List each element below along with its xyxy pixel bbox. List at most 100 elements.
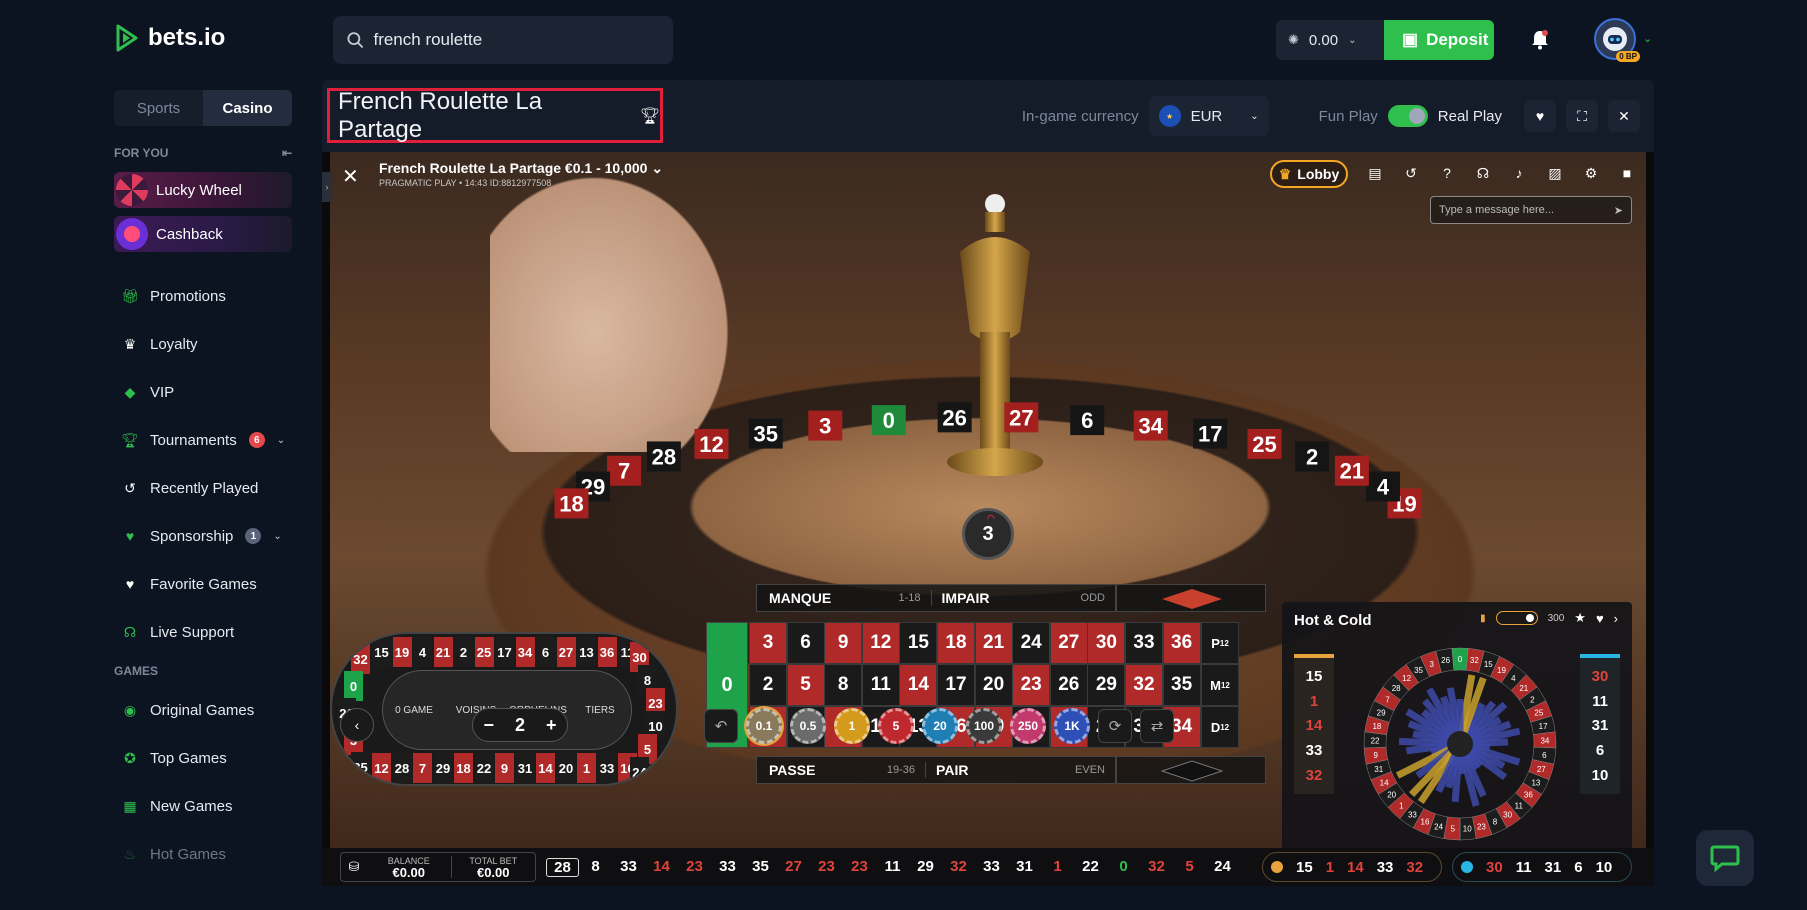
sidebar-item-vip[interactable]: ◆ VIP (114, 368, 292, 416)
search-bar[interactable] (333, 16, 673, 64)
racetrack-number-28[interactable]: 28 (392, 753, 412, 783)
racetrack-number-32[interactable]: 32 (351, 644, 370, 674)
number-cell-29[interactable]: 29 (1087, 664, 1126, 706)
number-cell-2[interactable]: 2 (749, 664, 787, 706)
double-button[interactable]: ⇄ (1140, 709, 1174, 743)
chip-1[interactable]: 1 (834, 708, 870, 744)
avatar[interactable]: 0 BP (1594, 18, 1640, 62)
game-frame[interactable]: 19 4 21 2 25 17 34 6 27 26 0 3 35 12 28 7 29 18 › ✕ Frenc… (322, 152, 1654, 886)
headset-icon[interactable]: ☊ (1472, 162, 1494, 184)
prev-view-button[interactable]: ‹ (340, 708, 374, 742)
number-cell-3[interactable]: 3 (749, 622, 787, 664)
cashback-tile[interactable]: Cashback (114, 216, 292, 252)
table-name[interactable]: French Roulette La Partage €0.1 - 10,000… (379, 160, 663, 177)
number-cell-18[interactable]: 18 (937, 622, 975, 664)
column-bet-p12[interactable]: P 12 (1201, 622, 1239, 664)
racetrack-number-2[interactable]: 2 (454, 637, 473, 667)
sidebar-item-tournaments[interactable]: 🏆︎ Tournaments 6 ⌄ (114, 416, 292, 464)
number-cell-5[interactable]: 5 (786, 664, 825, 706)
fullscreen-button[interactable]: ⛶ (1566, 100, 1598, 132)
sidebar-item-hot-games[interactable]: ♨ Hot Games (114, 830, 292, 878)
racetrack-number-36[interactable]: 36 (597, 637, 617, 667)
star-icon[interactable]: ★ (1574, 610, 1586, 626)
video-icon[interactable]: ■ (1616, 162, 1638, 184)
number-cell-26[interactable]: 26 (1049, 664, 1088, 706)
sidebar-item-favorite-games[interactable]: ♥ Favorite Games (114, 560, 292, 608)
play-mode-toggle[interactable] (1387, 105, 1428, 127)
gear-icon[interactable]: ⚙ (1580, 162, 1602, 184)
sidebar-item-new-games[interactable]: ▦ New Games (114, 782, 292, 830)
racetrack-number-6[interactable]: 6 (536, 637, 555, 667)
lobby-button[interactable]: ♛ Lobby (1270, 160, 1348, 188)
repeat-button[interactable]: ⟳ (1098, 709, 1132, 743)
racetrack-number-20[interactable]: 20 (556, 753, 576, 783)
deposit-button[interactable]: ▣ Deposit (1384, 20, 1494, 60)
racetrack-number-25[interactable]: 25 (474, 637, 494, 667)
racetrack-number-7[interactable]: 7 (413, 753, 432, 783)
number-cell-17[interactable]: 17 (937, 664, 975, 706)
number-cell-24[interactable]: 24 (1012, 622, 1051, 664)
chip-250[interactable]: 250 (1010, 708, 1046, 744)
manque-bet[interactable]: MANQUE (757, 590, 831, 606)
number-cell-35[interactable]: 35 (1162, 664, 1201, 706)
racetrack-number-29[interactable]: 29 (433, 753, 453, 783)
impair-bet[interactable]: IMPAIR (930, 590, 1081, 606)
section-tiers[interactable]: TIERS (569, 705, 631, 716)
heart-icon[interactable]: ♥ (1596, 611, 1604, 626)
sidebar-item-live-support[interactable]: ☊ Live Support (114, 608, 292, 656)
racetrack-number-1[interactable]: 1 (577, 753, 596, 783)
racetrack-number-22[interactable]: 22 (474, 753, 494, 783)
racetrack-number-33[interactable]: 33 (597, 753, 617, 783)
sidebar-item-top-games[interactable]: ✪ Top Games (114, 734, 292, 782)
increment-button[interactable]: + (546, 715, 557, 736)
chat-input[interactable]: Type a message here... ➤ (1430, 196, 1632, 224)
number-cell-21[interactable]: 21 (974, 622, 1013, 664)
currency-select[interactable]: ★ EUR ⌄ (1148, 96, 1269, 136)
number-cell-9[interactable]: 9 (824, 622, 863, 664)
number-cell-33[interactable]: 33 (1125, 622, 1163, 664)
spins-toggle[interactable] (1495, 611, 1538, 625)
chip-0.5[interactable]: 0.5 (790, 708, 826, 744)
help-icon[interactable]: ? (1436, 162, 1458, 184)
collapse-sidebar-icon[interactable]: ⇤ (282, 146, 292, 160)
column-bet-d12[interactable]: D 12 (1201, 706, 1239, 748)
number-cell-11[interactable]: 11 (861, 664, 900, 706)
number-cell-8[interactable]: 8 (824, 664, 863, 706)
chevron-down-icon[interactable]: ⌄ (273, 531, 281, 542)
sidebar-item-original-games[interactable]: ◉ Original Games (114, 686, 292, 734)
racetrack-number-34[interactable]: 34 (515, 637, 535, 667)
notifications-button[interactable] (1526, 26, 1554, 54)
lucky-wheel-tile[interactable]: Lucky Wheel (114, 172, 292, 208)
send-icon[interactable]: ➤ (1614, 204, 1623, 217)
chevron-down-icon[interactable]: ⌄ (277, 435, 285, 446)
volume-icon[interactable]: ♪ (1508, 162, 1530, 184)
number-cell-6[interactable]: 6 (786, 622, 825, 664)
racetrack-number-18[interactable]: 18 (454, 753, 473, 783)
chip-20[interactable]: 20 (922, 708, 958, 744)
brand-logo[interactable]: bets.io (114, 24, 225, 52)
racetrack-number-0[interactable]: 0 (344, 671, 363, 701)
favorite-button[interactable]: ♥ (1524, 100, 1556, 132)
racetrack-number-27[interactable]: 27 (556, 637, 576, 667)
black-bet-diamond[interactable] (1116, 756, 1266, 784)
racetrack-number-35[interactable]: 35 (351, 752, 370, 782)
column-bet-m12[interactable]: M 12 (1201, 664, 1239, 706)
chip-1K[interactable]: 1K (1054, 708, 1090, 744)
chevron-right-icon[interactable]: › (1614, 611, 1618, 626)
chat-icon[interactable]: ▤ (1364, 162, 1386, 184)
number-cell-36[interactable]: 36 (1162, 622, 1201, 664)
history-icon[interactable]: ↺ (1400, 162, 1422, 184)
number-cell-12[interactable]: 12 (861, 622, 900, 664)
racetrack-number-21[interactable]: 21 (433, 637, 453, 667)
search-input[interactable] (373, 30, 659, 50)
racetrack-number-14[interactable]: 14 (536, 753, 555, 783)
trophy-icon[interactable]: 🏆︎ (640, 106, 660, 126)
racetrack-number-31[interactable]: 31 (515, 753, 535, 783)
chip-0.1[interactable]: 0.1 (746, 708, 782, 744)
chip-5[interactable]: 5 (878, 708, 914, 744)
sidebar-item-sponsorship[interactable]: ♥︎ Sponsorship 1 ⌄ (114, 512, 292, 560)
section-zero-game[interactable]: 0 GAME (383, 705, 445, 716)
sidebar-item-recently-played[interactable]: ↺ Recently Played (114, 464, 292, 512)
racetrack-number-9[interactable]: 9 (495, 753, 514, 783)
number-cell-20[interactable]: 20 (974, 664, 1013, 706)
